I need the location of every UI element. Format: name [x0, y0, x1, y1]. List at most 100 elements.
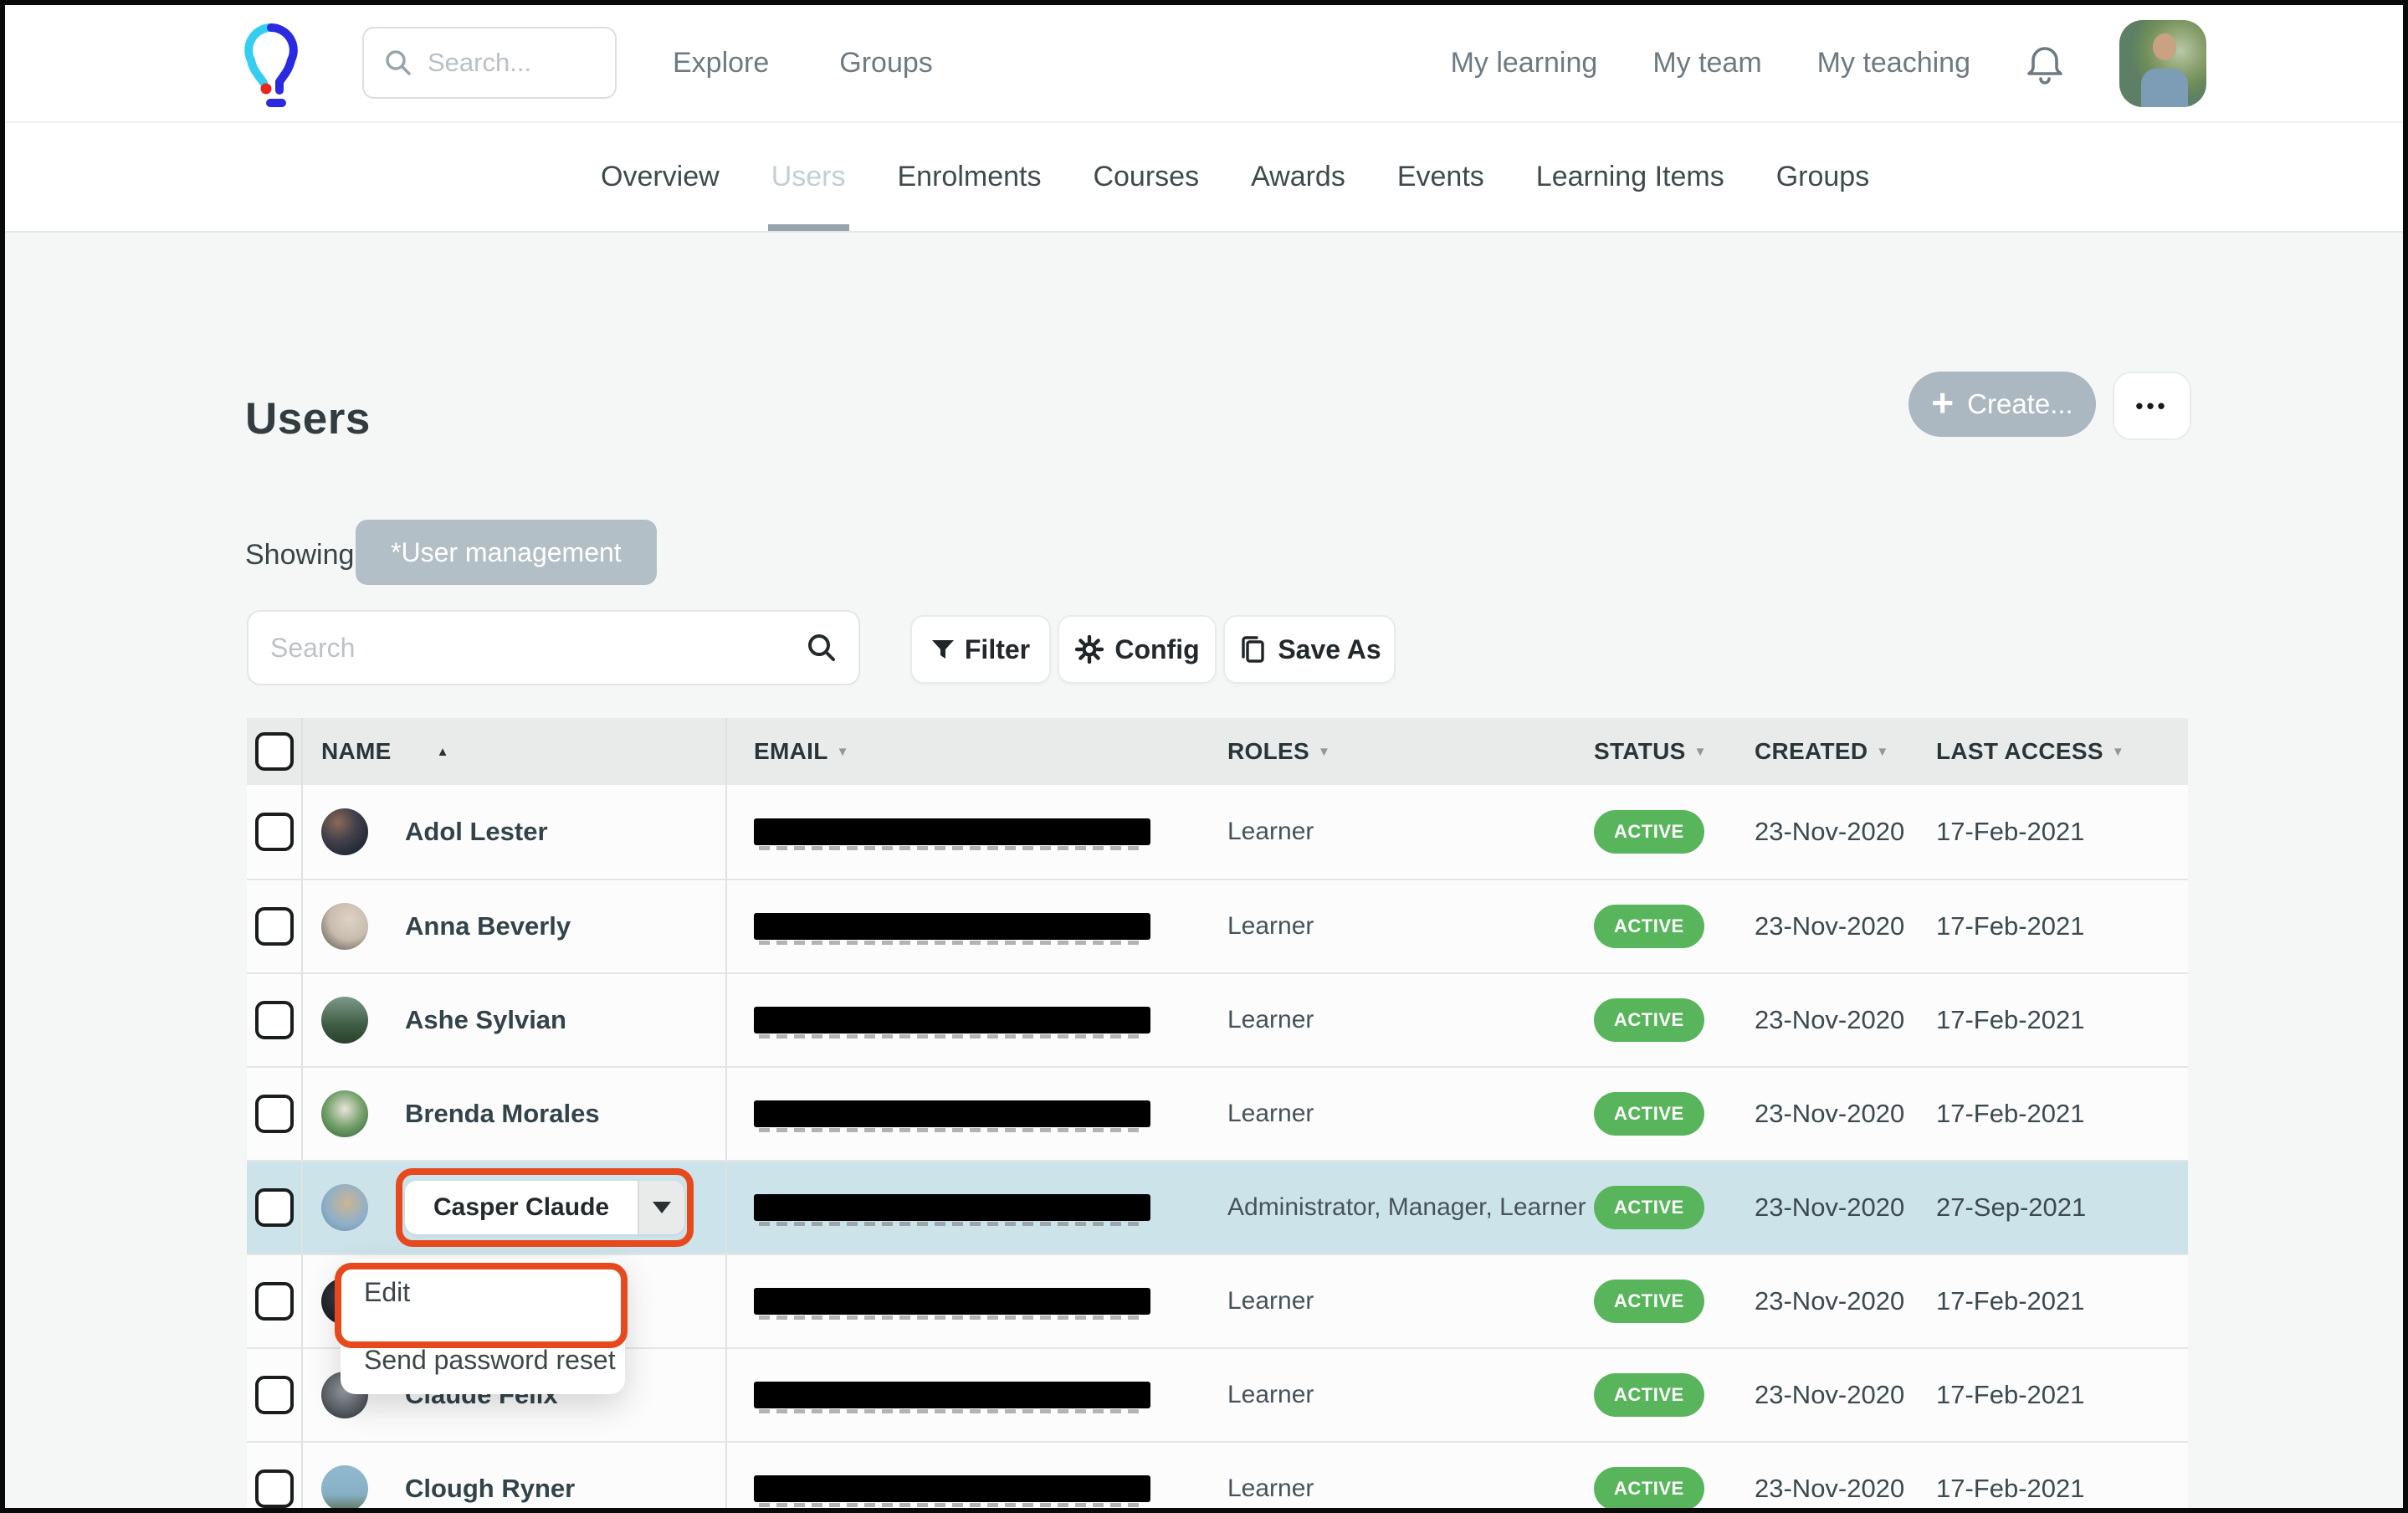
- save-as-button[interactable]: Save As: [1223, 615, 1396, 684]
- more-actions-button[interactable]: •••: [2113, 372, 2191, 440]
- menu-item-send-password-reset[interactable]: Send password reset: [341, 1326, 625, 1394]
- last-access-date: 17-Feb-2021: [1936, 1286, 2085, 1316]
- sort-caret-icon: ▼: [1876, 745, 1888, 759]
- table-search-input[interactable]: Search: [247, 610, 860, 685]
- user-avatar[interactable]: [2119, 20, 2206, 107]
- user-roles: Learner: [1227, 1100, 1314, 1128]
- tab-users[interactable]: Users: [771, 123, 846, 231]
- redacted-email-bar: [754, 818, 1150, 845]
- config-button-label: Config: [1114, 634, 1199, 665]
- row-checkbox[interactable]: [255, 1376, 294, 1414]
- global-search-box[interactable]: Search...: [362, 27, 617, 99]
- row-checkbox[interactable]: [255, 1188, 294, 1227]
- tab-overview[interactable]: Overview: [601, 123, 720, 231]
- dropdown-toggle[interactable]: [638, 1181, 684, 1234]
- created-date: 23-Nov-2020: [1755, 1474, 1904, 1504]
- account-nav-cluster: My learning My team My teaching: [1451, 5, 2206, 121]
- nav-link-my-team[interactable]: My team: [1652, 47, 1761, 79]
- column-header-last-access[interactable]: LAST ACCESS▼: [1926, 718, 2188, 785]
- status-badge: ACTIVE: [1594, 1467, 1704, 1508]
- status-badge: ACTIVE: [1594, 1280, 1704, 1323]
- nav-link-explore[interactable]: Explore: [673, 47, 769, 79]
- column-header-created[interactable]: CREATED▼: [1745, 718, 1926, 785]
- row-checkbox[interactable]: [255, 1282, 294, 1321]
- row-checkbox[interactable]: [255, 1469, 294, 1508]
- last-access-date: 17-Feb-2021: [1936, 1474, 2085, 1504]
- saved-view-chip[interactable]: *User management: [356, 520, 657, 585]
- notifications-bell-icon[interactable]: [2026, 42, 2064, 85]
- user-name[interactable]: Ashe Sylvian: [405, 1005, 566, 1035]
- user-roles: Learner: [1227, 912, 1314, 941]
- table-row: Brenda Morales Learner ACTIVE 23-Nov-202…: [247, 1066, 2188, 1160]
- sort-caret-icon: ▼: [1318, 745, 1330, 759]
- ellipsis-icon: •••: [2135, 393, 2168, 419]
- row-checkbox[interactable]: [255, 907, 294, 946]
- nav-link-groups[interactable]: Groups: [839, 47, 933, 79]
- column-header-status[interactable]: STATUS▼: [1584, 718, 1745, 785]
- status-badge: ACTIVE: [1594, 810, 1704, 854]
- tab-awards[interactable]: Awards: [1251, 123, 1345, 231]
- column-header-email[interactable]: EMAIL▼: [727, 718, 1217, 785]
- user-name[interactable]: Clough Ryner: [405, 1474, 575, 1504]
- nav-link-my-teaching[interactable]: My teaching: [1817, 47, 1970, 79]
- primary-nav-links: Explore Groups: [673, 5, 933, 121]
- user-avatar: [321, 1184, 368, 1231]
- created-date: 23-Nov-2020: [1755, 1380, 1904, 1410]
- user-avatar: [321, 1465, 368, 1508]
- redacted-email-bar: [754, 1007, 1150, 1033]
- tab-courses[interactable]: Courses: [1093, 123, 1199, 231]
- user-name[interactable]: Brenda Morales: [405, 1099, 600, 1129]
- status-badge: ACTIVE: [1594, 1373, 1704, 1417]
- table-header-row: NAME▲ EMAIL▼ ROLES▼ STATUS▼ CREATED▼ LAS…: [247, 718, 2188, 785]
- user-roles: Learner: [1227, 1381, 1314, 1409]
- top-nav-bar: Search... Explore Groups My learning My …: [5, 5, 2403, 123]
- sort-caret-icon: ▼: [2112, 745, 2124, 759]
- config-button[interactable]: Config: [1058, 615, 1217, 684]
- save-as-button-label: Save As: [1278, 634, 1381, 665]
- table-row: Ashe Sylvian Learner ACTIVE 23-Nov-2020 …: [247, 972, 2188, 1066]
- status-badge: ACTIVE: [1594, 1186, 1704, 1229]
- create-button-label: Create...: [1967, 388, 2073, 420]
- user-avatar: [321, 808, 368, 855]
- column-header-roles[interactable]: ROLES▼: [1217, 718, 1584, 785]
- section-tabs-bar: Overview Users Enrolments Courses Awards…: [5, 123, 2403, 233]
- table-row-selected: Casper Claude Administrator, Manager, Le…: [247, 1160, 2188, 1254]
- tab-learning-items[interactable]: Learning Items: [1536, 123, 1724, 231]
- select-all-checkbox[interactable]: [255, 732, 294, 771]
- tab-events[interactable]: Events: [1397, 123, 1484, 231]
- create-button[interactable]: + Create...: [1908, 372, 2096, 437]
- filter-button-label: Filter: [965, 634, 1030, 665]
- created-date: 23-Nov-2020: [1755, 1005, 1904, 1035]
- user-avatar: [321, 997, 368, 1044]
- created-date: 23-Nov-2020: [1755, 1286, 1904, 1316]
- redacted-email-bar: [754, 1288, 1150, 1315]
- created-date: 23-Nov-2020: [1755, 1099, 1904, 1129]
- user-name[interactable]: Adol Lester: [405, 817, 548, 847]
- redacted-email-bar: [754, 913, 1150, 940]
- row-checkbox[interactable]: [255, 813, 294, 851]
- user-name[interactable]: Anna Beverly: [405, 911, 571, 941]
- user-name[interactable]: Casper Claude: [405, 1181, 638, 1234]
- row-context-menu: Edit Send password reset: [341, 1259, 625, 1394]
- search-icon[interactable]: [807, 633, 837, 663]
- user-avatar: [321, 903, 368, 950]
- row-checkbox[interactable]: [255, 1095, 294, 1133]
- last-access-date: 17-Feb-2021: [1936, 1380, 2085, 1410]
- menu-item-edit[interactable]: Edit: [341, 1259, 625, 1326]
- created-date: 23-Nov-2020: [1755, 817, 1904, 847]
- user-name-dropdown-button[interactable]: Casper Claude: [405, 1181, 684, 1234]
- column-header-name[interactable]: NAME▲: [303, 718, 727, 785]
- funnel-icon: [931, 639, 955, 660]
- tab-groups[interactable]: Groups: [1776, 123, 1870, 231]
- nav-link-my-learning[interactable]: My learning: [1451, 47, 1598, 79]
- last-access-date: 27-Sep-2021: [1936, 1192, 2086, 1223]
- app-logo-lightbulb-icon[interactable]: [241, 20, 301, 109]
- filter-button[interactable]: Filter: [910, 615, 1051, 684]
- page-title: Users: [245, 393, 371, 444]
- status-badge: ACTIVE: [1594, 998, 1704, 1042]
- row-checkbox[interactable]: [255, 1001, 294, 1039]
- user-roles: Learner: [1227, 1287, 1314, 1316]
- created-date: 23-Nov-2020: [1755, 1192, 1904, 1223]
- tab-enrolments[interactable]: Enrolments: [898, 123, 1042, 231]
- gear-icon: [1074, 634, 1104, 664]
